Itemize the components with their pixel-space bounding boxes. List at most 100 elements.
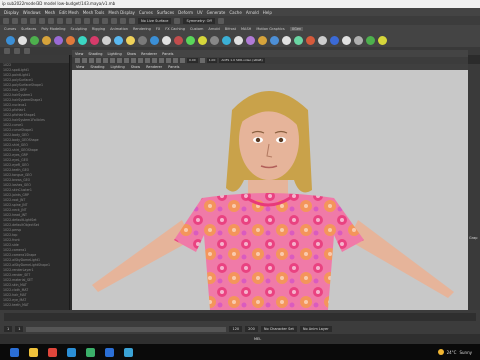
menu-mesh-display[interactable]: Mesh Display [108, 10, 135, 15]
menu-mesh[interactable]: Mesh [45, 10, 56, 15]
save-scene-icon[interactable] [21, 17, 27, 24]
anti-aliasing-icon[interactable] [166, 58, 171, 63]
shelf-tool-icon[interactable] [366, 35, 375, 45]
ipr-render-icon[interactable] [129, 17, 135, 24]
gamma-icon[interactable] [199, 58, 205, 63]
rotate-tool-icon[interactable] [14, 48, 20, 54]
magnet-icon[interactable] [174, 17, 181, 24]
shelf-tool-icon[interactable] [258, 35, 267, 45]
shelf-tool-icon[interactable] [162, 35, 171, 45]
camera-icon[interactable] [75, 58, 80, 63]
lights-icon[interactable] [138, 58, 143, 63]
gamma-field[interactable]: 1.00 [206, 58, 218, 63]
shelf-tab-rigging[interactable]: Rigging [92, 27, 105, 31]
menu-deform[interactable]: Deform [178, 10, 193, 15]
select-component-icon[interactable] [66, 17, 72, 24]
undo-icon[interactable] [30, 17, 36, 24]
menu-edit-mesh[interactable]: Edit Mesh [59, 10, 79, 15]
viewport-menu-shading[interactable]: Shading [90, 65, 104, 69]
shelf-tool-icon[interactable] [54, 35, 63, 45]
menu-cache[interactable]: Cache [229, 10, 241, 15]
symmetry-dropdown[interactable]: Symmetry: Off [183, 17, 215, 24]
shelf-tab-curves[interactable]: Curves [4, 27, 16, 31]
mail-icon[interactable] [105, 347, 114, 357]
bookmark-icon[interactable] [82, 58, 87, 63]
new-scene-icon[interactable] [3, 17, 9, 24]
motion-blur-icon[interactable] [159, 58, 164, 63]
outliner-item[interactable]: 1022.teeth_MAT [0, 303, 69, 308]
sign-in-icon[interactable] [217, 17, 224, 24]
colorspace-dropdown[interactable]: ACES 1.0 SDR-video (sRGB) [219, 58, 265, 63]
range-start-field[interactable]: 1 [4, 326, 13, 332]
select-object-icon[interactable] [57, 17, 63, 24]
shelf-tool-icon[interactable] [234, 35, 243, 45]
snap-point-icon[interactable] [93, 17, 99, 24]
menu-uv[interactable]: UV [197, 10, 203, 15]
shelf-tool-icon[interactable] [210, 35, 219, 45]
shelf-tab-arnold[interactable]: Arnold [208, 27, 219, 31]
snap-view-icon[interactable] [102, 17, 108, 24]
menu-curves[interactable]: Curves [139, 10, 153, 15]
snap-curve-icon[interactable] [84, 17, 90, 24]
range-end-field[interactable]: 120 [229, 326, 243, 332]
live-surface-dropdown[interactable]: No Live Surface [138, 17, 172, 24]
scale-tool-icon[interactable] [24, 48, 30, 54]
shelf-tool-icon[interactable] [150, 35, 159, 45]
viewport-menu-renderer[interactable]: Renderer [146, 65, 162, 69]
shelf-tool-icon[interactable] [174, 35, 183, 45]
panel-menu-view[interactable]: View [75, 52, 83, 56]
shelf-tab-poly-modeling[interactable]: Poly Modeling [41, 27, 65, 31]
panel-menu-shading[interactable]: Shading [88, 52, 102, 56]
shelf-tool-icon[interactable] [282, 35, 291, 45]
range-end-field-2[interactable]: 200 [245, 326, 258, 332]
shelf-tab-rendering[interactable]: Rendering [133, 27, 151, 31]
shelf-tool-icon[interactable] [378, 35, 387, 45]
range-start-field-2[interactable]: 1 [15, 326, 24, 332]
search-icon[interactable] [29, 347, 38, 357]
menu-mesh-tools[interactable]: Mesh Tools [83, 10, 105, 15]
shelf-tool-icon[interactable] [66, 35, 75, 45]
shelf-tool-icon[interactable] [330, 35, 339, 45]
smooth-shade-icon[interactable] [124, 58, 129, 63]
panel-menu-panels[interactable]: Panels [162, 52, 173, 56]
menu-display[interactable]: Display [4, 10, 19, 15]
task-view-icon[interactable] [48, 347, 57, 357]
viewport-menu-lighting[interactable]: Lighting [111, 65, 125, 69]
open-scene-icon[interactable] [12, 17, 18, 24]
browser-icon[interactable] [67, 347, 76, 357]
viewport-menu-panels[interactable]: Panels [168, 65, 179, 69]
shelf-tab-mash[interactable]: MASH [241, 27, 251, 31]
menu-windows[interactable]: Windows [23, 10, 41, 15]
maya-icon[interactable] [124, 347, 133, 357]
shelf-tool-icon[interactable] [246, 35, 255, 45]
resolution-gate-icon[interactable] [110, 58, 115, 63]
shelf-tool-icon[interactable] [294, 35, 303, 45]
menu-surfaces[interactable]: Surfaces [157, 10, 174, 15]
shelf-tab-bifrost[interactable]: Bifrost [225, 27, 236, 31]
viewport-menu-show[interactable]: Show [131, 65, 140, 69]
textured-icon[interactable] [131, 58, 136, 63]
menu-generate[interactable]: Generate [207, 10, 226, 15]
isolate-select-icon[interactable] [173, 58, 178, 63]
menu-arnold[interactable]: Arnold [246, 10, 259, 15]
menu-help[interactable]: Help [263, 10, 272, 15]
shelf-tool-icon[interactable] [90, 35, 99, 45]
shelf-tab-fx-caching[interactable]: FX Caching [165, 27, 185, 31]
panel-menu-lighting[interactable]: Lighting [108, 52, 122, 56]
shelf-tool-icon[interactable] [306, 35, 315, 45]
xray-icon[interactable] [180, 58, 185, 63]
shelf-tab-surfaces[interactable]: Surfaces [21, 27, 36, 31]
shelf-tool-icon[interactable] [138, 35, 147, 45]
shelf-tool-icon[interactable] [30, 35, 39, 45]
shelf-tool-icon[interactable] [198, 35, 207, 45]
shelf-tool-icon[interactable] [78, 35, 87, 45]
shelf-tool-icon[interactable] [42, 35, 51, 45]
shelf-tool-icon[interactable] [354, 35, 363, 45]
time-slider[interactable] [0, 310, 480, 324]
file-explorer-icon[interactable] [86, 347, 95, 357]
panel-menu-show[interactable]: Show [127, 52, 136, 56]
shelf-tool-icon[interactable] [126, 35, 135, 45]
exposure-field[interactable]: 0.00 [187, 58, 198, 63]
start-icon[interactable] [10, 347, 19, 357]
shelf-tool-icon[interactable] [270, 35, 279, 45]
